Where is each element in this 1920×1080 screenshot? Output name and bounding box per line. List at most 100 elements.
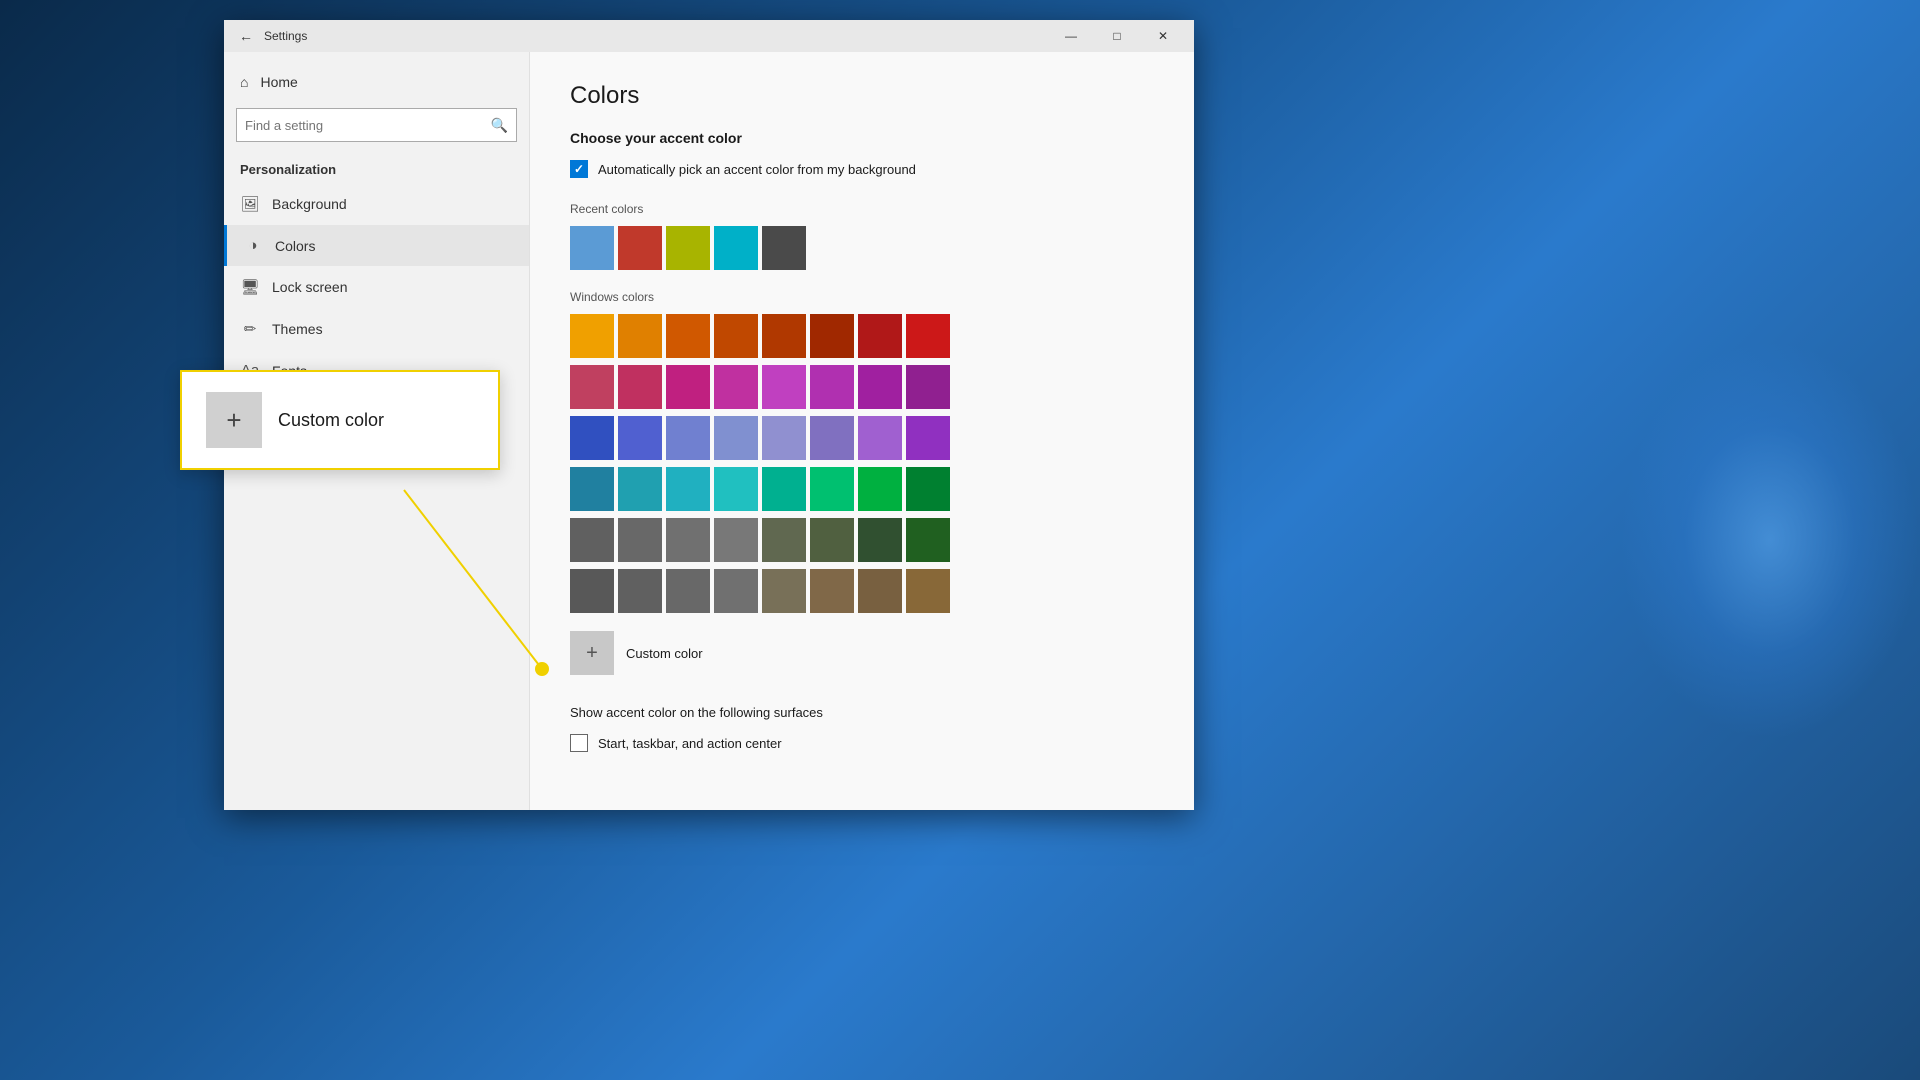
lock-screen-label: Lock screen [272,279,347,295]
colors-label: Colors [275,238,315,254]
sidebar-item-colors[interactable]: ◑ Colors [224,225,529,266]
title-bar: ← Settings — □ ✕ [224,20,1194,52]
color-swatch[interactable] [762,518,806,562]
home-label: Home [260,74,297,90]
color-swatch[interactable] [714,314,758,358]
search-box[interactable]: 🔍 [236,108,517,142]
custom-color-tooltip: + Custom color [180,370,500,470]
recent-color-1[interactable] [570,226,614,270]
color-swatch[interactable] [666,416,710,460]
color-swatch[interactable] [906,569,950,613]
color-swatch[interactable] [858,518,902,562]
color-swatch[interactable] [714,569,758,613]
custom-color-plus-box: + [570,631,614,675]
color-swatch[interactable] [666,467,710,511]
color-swatch[interactable] [906,365,950,409]
maximize-button[interactable]: □ [1094,20,1140,52]
plus-icon: + [586,642,598,665]
color-swatch[interactable] [762,467,806,511]
custom-color-label: Custom color [626,646,703,661]
close-button[interactable]: ✕ [1140,20,1186,52]
sidebar-item-themes[interactable]: ✏ Themes [224,308,529,350]
color-row-2 [570,365,1154,409]
color-swatch[interactable] [714,416,758,460]
windows-colors-label: Windows colors [570,290,1154,304]
color-swatch[interactable] [570,569,614,613]
color-swatch[interactable] [570,518,614,562]
color-swatch[interactable] [810,518,854,562]
color-swatch[interactable] [666,314,710,358]
lock-screen-icon: 🖥 [240,278,260,296]
color-swatch[interactable] [714,467,758,511]
color-swatch[interactable] [618,416,662,460]
custom-color-button[interactable]: + Custom color [570,631,1154,675]
surfaces-title: Show accent color on the following surfa… [570,705,1154,720]
sidebar-item-background[interactable]: 🖼 Background [224,183,529,225]
color-swatch[interactable] [666,569,710,613]
color-row-5 [570,518,1154,562]
background-label: Background [272,196,347,212]
color-swatch[interactable] [906,518,950,562]
color-swatch[interactable] [762,365,806,409]
window-controls: — □ ✕ [1048,20,1186,52]
color-swatch[interactable] [762,416,806,460]
color-swatch[interactable] [618,314,662,358]
color-swatch[interactable] [570,467,614,511]
color-swatch[interactable] [858,416,902,460]
color-swatch[interactable] [666,365,710,409]
color-swatch[interactable] [906,314,950,358]
color-row-4 [570,467,1154,511]
color-swatch[interactable] [906,467,950,511]
start-taskbar-row: Start, taskbar, and action center [570,734,1154,752]
color-swatch[interactable] [714,518,758,562]
color-row-6 [570,569,1154,613]
color-swatch[interactable] [570,416,614,460]
color-swatch[interactable] [858,467,902,511]
personalization-title: Personalization [224,150,529,183]
color-swatch[interactable] [906,416,950,460]
color-swatch[interactable] [858,314,902,358]
recent-color-5[interactable] [762,226,806,270]
sidebar-item-home[interactable]: ⌂ Home [224,64,529,100]
color-swatch[interactable] [858,569,902,613]
color-row-3 [570,416,1154,460]
start-taskbar-checkbox[interactable] [570,734,588,752]
themes-icon: ✏ [240,320,260,338]
color-swatch[interactable] [762,569,806,613]
background-icon: 🖼 [240,195,260,213]
auto-pick-checkbox[interactable] [570,160,588,178]
color-swatch[interactable] [858,365,902,409]
desktop-glow [1620,340,1920,740]
back-button[interactable]: ← [232,22,260,50]
color-swatch[interactable] [810,416,854,460]
color-swatch[interactable] [762,314,806,358]
color-swatch[interactable] [618,365,662,409]
color-swatch[interactable] [810,314,854,358]
color-swatch[interactable] [570,365,614,409]
color-swatch[interactable] [618,569,662,613]
color-swatch[interactable] [666,518,710,562]
tooltip-plus-icon: + [226,405,241,436]
recent-color-2[interactable] [618,226,662,270]
color-swatch[interactable] [714,365,758,409]
color-swatch[interactable] [810,467,854,511]
color-swatch[interactable] [618,518,662,562]
home-icon: ⌂ [240,74,248,90]
color-swatch[interactable] [810,365,854,409]
page-title: Colors [570,82,1154,110]
tooltip-label: Custom color [278,410,384,431]
color-swatch[interactable] [570,314,614,358]
sidebar-item-lock-screen[interactable]: 🖥 Lock screen [224,266,529,308]
recent-color-3[interactable] [666,226,710,270]
recent-colors-label: Recent colors [570,202,1154,216]
window-title: Settings [264,29,1048,43]
color-swatch[interactable] [618,467,662,511]
recent-color-4[interactable] [714,226,758,270]
themes-label: Themes [272,321,323,337]
auto-pick-label: Automatically pick an accent color from … [598,162,916,177]
color-swatch[interactable] [810,569,854,613]
search-input[interactable] [245,118,491,133]
minimize-button[interactable]: — [1048,20,1094,52]
recent-colors-row [570,226,1154,270]
accent-section-title: Choose your accent color [570,130,1154,146]
